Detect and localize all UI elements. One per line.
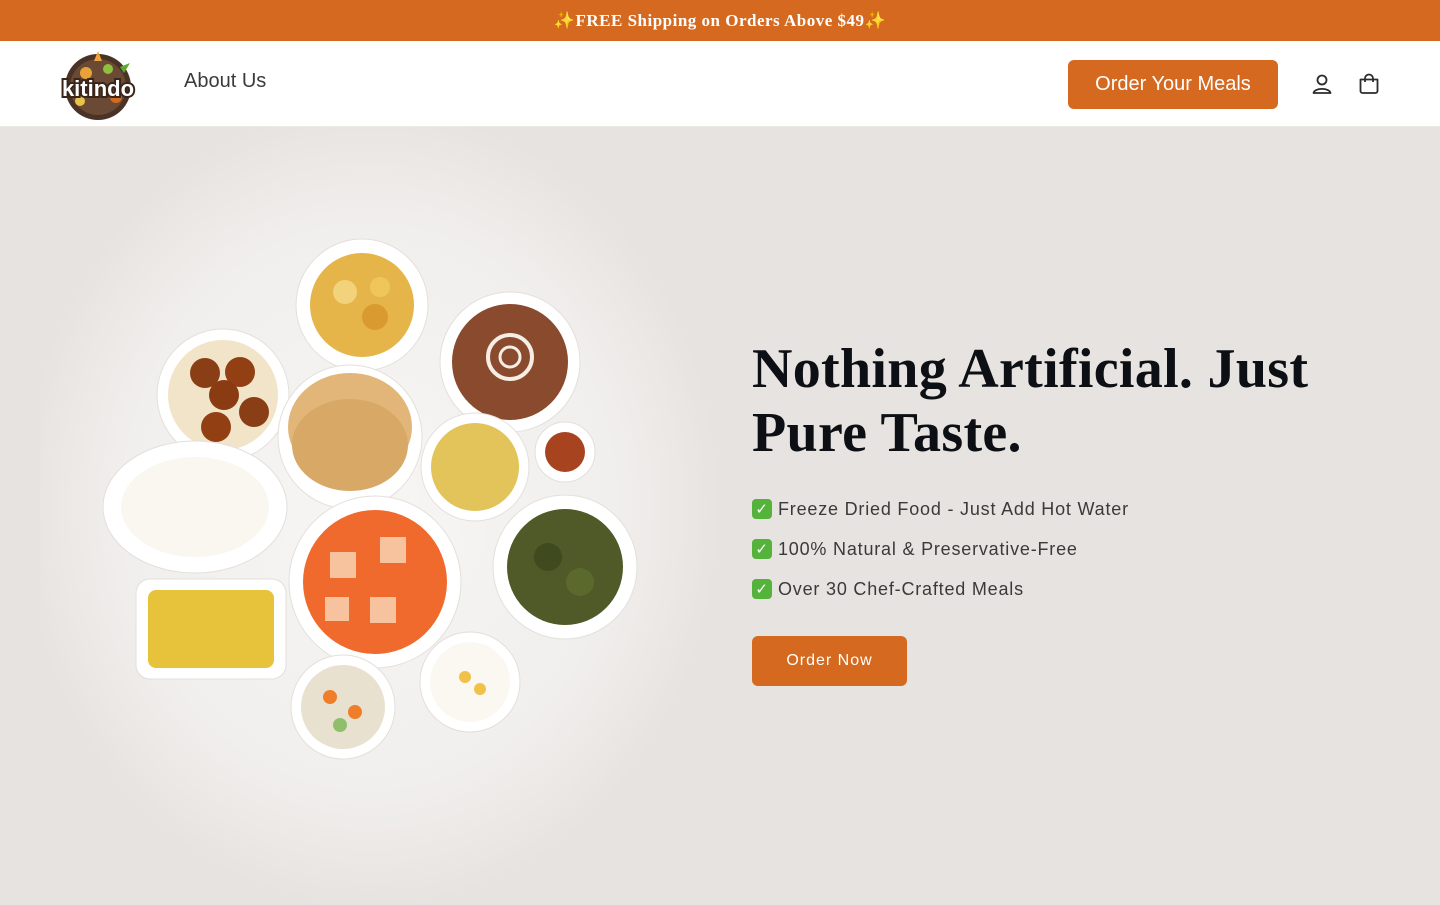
hero-section: Nothing Artificial. Just Pure Taste. ✓ F…: [0, 107, 1440, 905]
feature-item: ✓ Freeze Dried Food - Just Add Hot Water: [752, 489, 1372, 529]
logo-wordmark: kitindo: [62, 76, 134, 101]
feature-text: Over 30 Chef-Crafted Meals: [778, 578, 1024, 599]
check-icon: ✓: [752, 579, 772, 599]
user-icon: [1312, 74, 1332, 94]
check-icon: ✓: [752, 539, 772, 559]
shopping-bag-icon: [1359, 73, 1379, 94]
hero-food-image: [20, 107, 730, 905]
feature-text: Freeze Dried Food - Just Add Hot Water: [778, 498, 1129, 519]
feature-text: 100% Natural & Preservative-Free: [778, 538, 1078, 559]
site-header: kitindo About Us Order Your Meals: [0, 41, 1440, 127]
kitindo-logo[interactable]: kitindo: [50, 47, 146, 121]
nav-about-us[interactable]: About Us: [184, 70, 266, 93]
hero-title: Nothing Artificial. Just Pure Taste.: [752, 338, 1309, 464]
announcement-text: ✨FREE Shipping on Orders Above $49✨: [553, 10, 887, 30]
order-now-button[interactable]: Order Now: [752, 636, 907, 686]
check-icon: ✓: [752, 499, 772, 519]
feature-item: ✓ 100% Natural & Preservative-Free: [752, 529, 1372, 569]
feature-item: ✓ Over 30 Chef-Crafted Meals: [752, 569, 1372, 609]
feature-list: ✓ Freeze Dried Food - Just Add Hot Water…: [752, 489, 1372, 609]
hero-content: Nothing Artificial. Just Pure Taste. ✓ F…: [752, 337, 1372, 686]
order-your-meals-button[interactable]: Order Your Meals: [1068, 60, 1278, 109]
account-button[interactable]: [1308, 70, 1336, 98]
cart-button[interactable]: [1355, 70, 1383, 98]
announcement-bar: ✨FREE Shipping on Orders Above $49✨: [0, 0, 1440, 41]
